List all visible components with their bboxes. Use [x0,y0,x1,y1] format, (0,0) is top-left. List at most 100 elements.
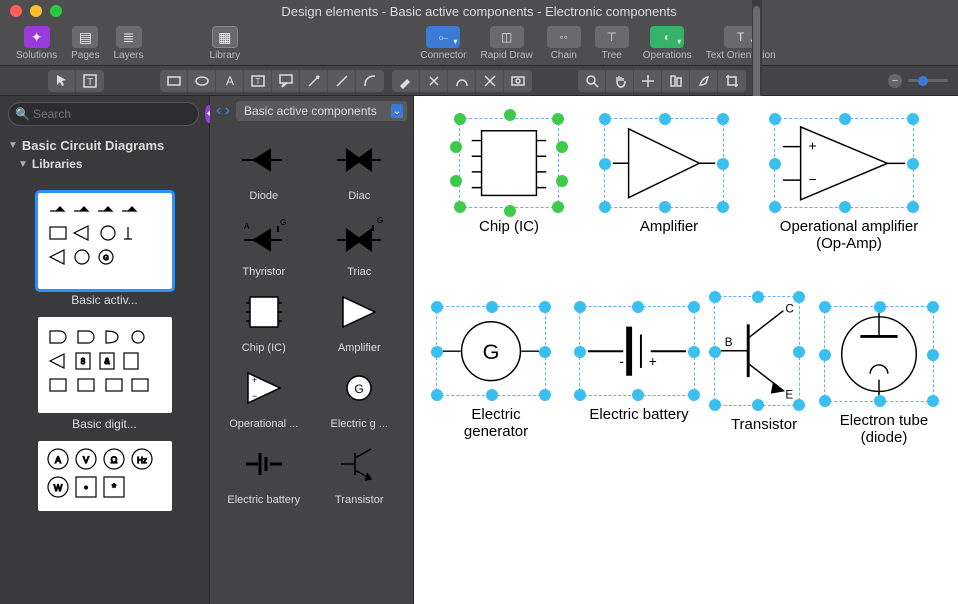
selection-handle[interactable] [539,301,551,313]
window-close-button[interactable] [10,5,22,17]
drawing-canvas[interactable]: Chip (IC) Amplifier +− [414,96,958,604]
selection-handle[interactable] [709,291,721,303]
screenshot-tool[interactable] [504,70,532,92]
selection-handle[interactable] [793,346,805,358]
selection-handle[interactable] [769,113,781,125]
pointer-tool[interactable] [48,70,76,92]
lib-item-triac[interactable]: G Triac [314,208,406,280]
selection-handle[interactable] [709,346,721,358]
selection-handle[interactable] [717,201,729,213]
text-tool[interactable]: T [76,70,104,92]
crop-tool[interactable] [718,70,746,92]
textbox-tool[interactable]: T [244,70,272,92]
selection-handle[interactable] [688,301,700,313]
selection-handle[interactable] [752,291,764,303]
selection-handle[interactable] [874,301,886,313]
selection-handle[interactable] [907,113,919,125]
selection-handle[interactable] [552,113,564,125]
preview-basic-active[interactable]: G [38,193,172,289]
selection-handle[interactable] [793,399,805,411]
selection-handle[interactable] [486,389,498,401]
text-orientation-button[interactable]: T▾ Text Orientation [700,24,782,63]
lib-item-chip-ic[interactable]: Chip (IC) [218,284,310,356]
bezier-tool[interactable] [448,70,476,92]
lib-item-thyristor[interactable]: AG Thyristor [218,208,310,280]
window-minimize-button[interactable] [30,5,42,17]
lib-item-diac[interactable]: Diac [314,132,406,204]
snap-tool[interactable] [634,70,662,92]
selection-handle[interactable] [659,113,671,125]
library-button[interactable]: ▦ Library [204,24,247,63]
zoom-slider[interactable]: − [888,74,948,88]
selection-handle[interactable] [927,301,939,313]
operations-button[interactable]: ◐▾ Operations [637,24,698,63]
lib-item-amplifier[interactable]: Amplifier [314,284,406,356]
selection-handle[interactable] [450,175,462,187]
text-shape-tool[interactable]: A [216,70,244,92]
tree-libraries[interactable]: ▼Libraries [18,157,201,171]
selection-handle[interactable] [769,158,781,170]
shape-amplifier[interactable]: Amplifier [604,118,734,235]
selection-handle[interactable] [454,201,466,213]
library-breadcrumb[interactable]: Basic active components⌄ [236,101,407,121]
shape-battery[interactable]: -+ Electric battery [579,306,699,423]
selection-handle[interactable] [752,399,764,411]
layers-button[interactable]: ≣ Layers [108,24,150,63]
selection-handle[interactable] [659,201,671,213]
selection-handle[interactable] [717,113,729,125]
shape-generator[interactable]: G Electric generator [436,306,556,440]
line-tool[interactable] [328,70,356,92]
selection-handle[interactable] [574,346,586,358]
zoom-track[interactable] [908,79,948,82]
rectangle-tool[interactable] [160,70,188,92]
hand-tool[interactable] [606,70,634,92]
selection-handle[interactable] [556,175,568,187]
window-zoom-button[interactable] [50,5,62,17]
lib-item-opamp[interactable]: +− Operational ... [218,360,310,432]
selection-handle[interactable] [431,301,443,313]
tree-root[interactable]: ▼Basic Circuit Diagrams [8,138,201,153]
preview-measurement[interactable]: A V Ω Hz W • * [38,441,172,511]
lib-item-diode[interactable]: Diode [218,132,310,204]
selection-handle[interactable] [688,389,700,401]
tree-button[interactable]: ⊤ Tree [589,24,635,63]
chain-button[interactable]: ◦◦ Chain [541,24,587,63]
selection-handle[interactable] [574,301,586,313]
selection-handle[interactable] [927,395,939,407]
selection-handle[interactable] [632,389,644,401]
selection-handle[interactable] [819,301,831,313]
selection-handle[interactable] [874,395,886,407]
zoom-out-button[interactable]: − [888,74,902,88]
selection-handle[interactable] [539,346,551,358]
selection-handle[interactable] [486,301,498,313]
selection-handle[interactable] [454,113,466,125]
selection-handle[interactable] [769,201,781,213]
selection-handle[interactable] [431,389,443,401]
selection-handle[interactable] [907,158,919,170]
line-arrow-tool[interactable] [300,70,328,92]
nav-back-button[interactable]: ‹ [216,102,221,119]
lib-item-transistor[interactable]: Transistor [314,436,406,508]
pages-button[interactable]: ▤ Pages [65,24,105,63]
preview-basic-digital[interactable]: 8& [38,317,172,413]
selection-handle[interactable] [539,389,551,401]
connector-button[interactable]: ⟜▾ Connector [414,24,472,63]
selection-handle[interactable] [709,399,721,411]
shape-chip-ic[interactable]: Chip (IC) [454,118,564,235]
edit-points-tool[interactable] [476,70,504,92]
lib-item-battery[interactable]: Electric battery [218,436,310,508]
selection-handle[interactable] [839,113,851,125]
eyedropper-tool[interactable] [392,70,420,92]
selection-handle[interactable] [927,349,939,361]
brush-tool[interactable] [690,70,718,92]
selection-handle[interactable] [504,205,516,217]
selection-handle[interactable] [839,201,851,213]
curve-tool[interactable] [356,70,384,92]
selection-handle[interactable] [819,349,831,361]
zoom-thumb[interactable] [918,76,928,86]
shape-electron-tube[interactable]: Electron tube (diode) [824,306,944,446]
selection-handle[interactable] [556,141,568,153]
search-input[interactable] [8,102,199,126]
pen-tool[interactable] [420,70,448,92]
selection-handle[interactable] [574,389,586,401]
